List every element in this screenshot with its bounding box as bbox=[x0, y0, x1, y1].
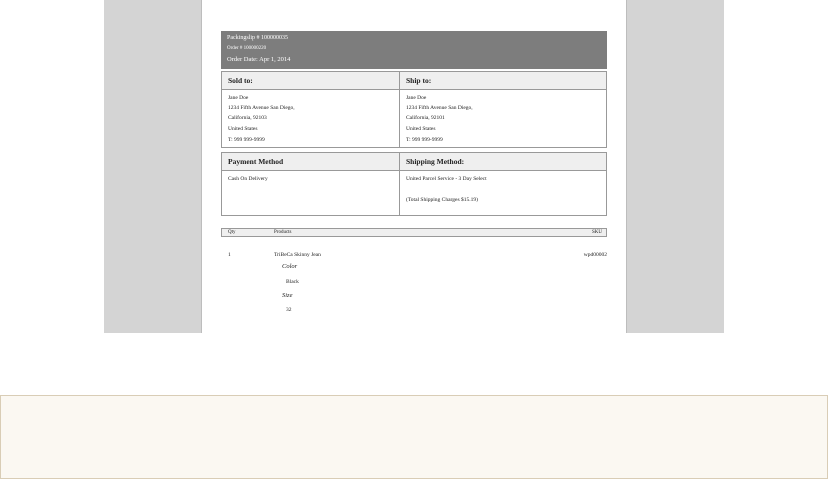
ship-to-heading: Ship to: bbox=[406, 76, 432, 85]
item-name: TriBeCa Skinny Jean bbox=[274, 252, 321, 258]
shipping-method-heading: Shipping Method: bbox=[406, 157, 465, 166]
document-header: Packingslip # 100000035 Order # 10000022… bbox=[221, 31, 607, 69]
shipping-charges: (Total Shipping Charges $15.19) bbox=[406, 197, 478, 203]
ship-to-line: California, 92101 bbox=[406, 115, 445, 121]
shipping-method-value: United Parcel Service - 3 Day Select bbox=[406, 176, 487, 182]
ship-to-line: 1234 Fifth Avenue San Diego, bbox=[406, 105, 473, 111]
item-qty: 1 bbox=[228, 252, 231, 258]
packing-slip-page: Packingslip # 100000035 Order # 10000022… bbox=[202, 0, 626, 333]
products-header: Products bbox=[274, 230, 292, 235]
ship-to-line: United States bbox=[406, 126, 436, 132]
sold-to-line: 1234 Fifth Avenue San Diego, bbox=[228, 105, 295, 111]
payment-method-value: Cash On Delivery bbox=[228, 176, 268, 182]
address-box: Sold to: Ship to: Jane Doe 1234 Fifth Av… bbox=[221, 71, 607, 148]
sku-header: SKU bbox=[591, 230, 602, 235]
payment-method-heading: Payment Method bbox=[228, 157, 284, 166]
packingslip-number: Packingslip # 100000035 bbox=[227, 35, 288, 41]
sold-to-line: California, 92103 bbox=[228, 115, 267, 121]
divider bbox=[399, 72, 400, 147]
items-table-header: Qty Products SKU bbox=[221, 228, 607, 237]
divider bbox=[399, 153, 400, 215]
item-option-value: Black bbox=[286, 279, 299, 285]
ship-to-line: Jane Doe bbox=[406, 95, 427, 101]
method-box: Payment Method Shipping Method: Cash On … bbox=[221, 152, 607, 216]
order-date: Order Date: Apr 1, 2014 bbox=[227, 56, 291, 63]
item-sku: wpd00002 bbox=[583, 252, 607, 258]
sold-to-line: United States bbox=[228, 126, 258, 132]
pdf-viewer: Packingslip # 100000035 Order # 10000022… bbox=[104, 0, 724, 333]
item-option-value: 32 bbox=[286, 307, 292, 313]
item-option-label: Color bbox=[282, 263, 298, 270]
ship-to-line: T: 999 999-9999 bbox=[406, 137, 443, 143]
qty-header: Qty bbox=[228, 230, 236, 235]
order-number: Order # 100000220 bbox=[227, 46, 267, 51]
sold-to-line: Jane Doe bbox=[228, 95, 249, 101]
item-option-label: Size bbox=[282, 292, 293, 299]
notice-box bbox=[0, 395, 828, 479]
sold-to-line: T: 999 999-9999 bbox=[228, 137, 265, 143]
sold-to-heading: Sold to: bbox=[228, 76, 253, 85]
